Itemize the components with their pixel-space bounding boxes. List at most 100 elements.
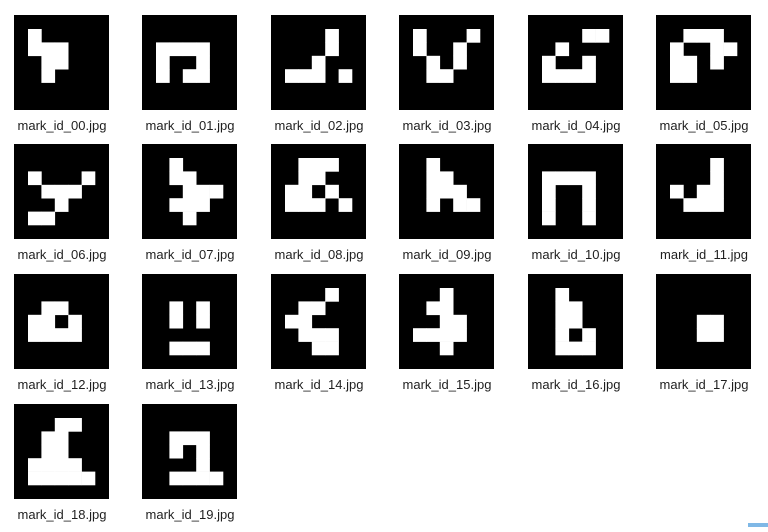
marker-cell	[426, 55, 441, 70]
marker-cell	[156, 69, 170, 83]
marker-cell	[413, 42, 427, 57]
marker-cell	[41, 458, 56, 472]
marker-cell	[41, 444, 56, 459]
marker-cell	[670, 184, 684, 199]
marker-cell	[710, 314, 724, 329]
marker-cell	[555, 171, 570, 186]
marker-cell	[311, 55, 326, 70]
marker-cell	[196, 341, 210, 356]
marker-cell	[325, 341, 339, 356]
file-item[interactable]: mark_id_17.jpg	[642, 274, 768, 402]
marker-cell	[182, 341, 197, 356]
marker-cell	[439, 184, 454, 199]
aruco-marker-18-icon	[14, 404, 109, 499]
file-name: mark_id_15.jpg	[402, 377, 492, 392]
marker-cell	[555, 42, 570, 57]
marker-cell	[582, 328, 596, 342]
file-name: mark_id_16.jpg	[531, 377, 621, 392]
marker-cell	[555, 341, 570, 356]
marker-cell	[196, 184, 210, 199]
marker-cell	[54, 184, 69, 199]
marker-cell	[41, 55, 56, 70]
marker-cell	[209, 184, 224, 199]
marker-cell	[28, 328, 42, 342]
marker-cell	[582, 55, 596, 70]
aruco-marker-04-icon	[528, 15, 623, 110]
file-item[interactable]: mark_id_19.jpg	[128, 404, 256, 532]
marker-cell	[311, 171, 326, 186]
file-item[interactable]: mark_id_07.jpg	[128, 144, 256, 272]
scroll-indicator[interactable]	[748, 523, 768, 527]
marker-cell	[68, 314, 82, 329]
file-item[interactable]: mark_id_01.jpg	[128, 15, 256, 143]
marker-cell	[542, 55, 556, 70]
marker-cell	[54, 328, 69, 342]
marker-cell	[555, 288, 570, 302]
marker-cell	[311, 328, 326, 342]
marker-cell	[683, 198, 698, 212]
file-item[interactable]: mark_id_02.jpg	[257, 15, 385, 143]
marker-cell	[426, 184, 441, 199]
marker-cell	[710, 42, 724, 57]
file-item[interactable]: mark_id_18.jpg	[0, 404, 128, 532]
file-name: mark_id_17.jpg	[659, 377, 749, 392]
file-name: mark_id_18.jpg	[17, 507, 107, 522]
file-item[interactable]: mark_id_00.jpg	[0, 15, 128, 143]
file-item[interactable]: mark_id_14.jpg	[257, 274, 385, 402]
marker-cell	[298, 314, 313, 329]
marker-cell	[182, 69, 197, 83]
marker-cell	[439, 288, 454, 302]
marker-cell	[555, 301, 570, 316]
marker-cell	[196, 444, 210, 459]
marker-cell	[182, 198, 197, 212]
marker-cell	[311, 158, 326, 172]
file-item[interactable]: mark_id_03.jpg	[385, 15, 513, 143]
marker-cell	[710, 158, 724, 172]
marker-cell	[169, 444, 184, 459]
file-item[interactable]: mark_id_12.jpg	[0, 274, 128, 402]
marker-cell	[426, 158, 441, 172]
marker-cell	[169, 158, 184, 172]
aruco-marker-12-icon	[14, 274, 109, 369]
file-item[interactable]: mark_id_13.jpg	[128, 274, 256, 402]
file-item[interactable]: mark_id_05.jpg	[642, 15, 768, 143]
marker-cell	[156, 42, 170, 57]
marker-cell	[196, 301, 210, 316]
file-item[interactable]: mark_id_08.jpg	[257, 144, 385, 272]
file-item[interactable]: mark_id_06.jpg	[0, 144, 128, 272]
marker-cell	[196, 431, 210, 446]
file-name: mark_id_01.jpg	[145, 118, 235, 133]
marker-cell	[169, 341, 184, 356]
marker-cell	[670, 55, 684, 70]
marker-cell	[338, 198, 353, 212]
marker-cell	[325, 158, 339, 172]
marker-cell	[582, 29, 596, 43]
marker-cell	[453, 184, 467, 199]
marker-cell	[41, 431, 56, 446]
file-item[interactable]: mark_id_10.jpg	[514, 144, 642, 272]
file-item[interactable]: mark_id_04.jpg	[514, 15, 642, 143]
marker-cell	[28, 458, 42, 472]
file-item[interactable]: mark_id_15.jpg	[385, 274, 513, 402]
marker-cell	[169, 171, 184, 186]
marker-cell	[542, 211, 556, 226]
aruco-marker-01-icon	[142, 15, 237, 110]
marker-cell	[28, 42, 42, 57]
marker-cell	[68, 458, 82, 472]
marker-cell	[81, 171, 96, 186]
marker-cell	[683, 69, 698, 83]
file-name: mark_id_13.jpg	[145, 377, 235, 392]
marker-cell	[696, 198, 711, 212]
file-item[interactable]: mark_id_09.jpg	[385, 144, 513, 272]
file-name: mark_id_19.jpg	[145, 507, 235, 522]
marker-cell	[182, 431, 197, 446]
file-item[interactable]: mark_id_11.jpg	[642, 144, 768, 272]
marker-cell	[196, 42, 210, 57]
marker-cell	[568, 314, 583, 329]
marker-cell	[453, 314, 467, 329]
marker-cell	[298, 301, 313, 316]
aruco-marker-11-icon	[656, 144, 751, 239]
marker-cell	[41, 301, 56, 316]
marker-cell	[41, 314, 56, 329]
file-item[interactable]: mark_id_16.jpg	[514, 274, 642, 402]
